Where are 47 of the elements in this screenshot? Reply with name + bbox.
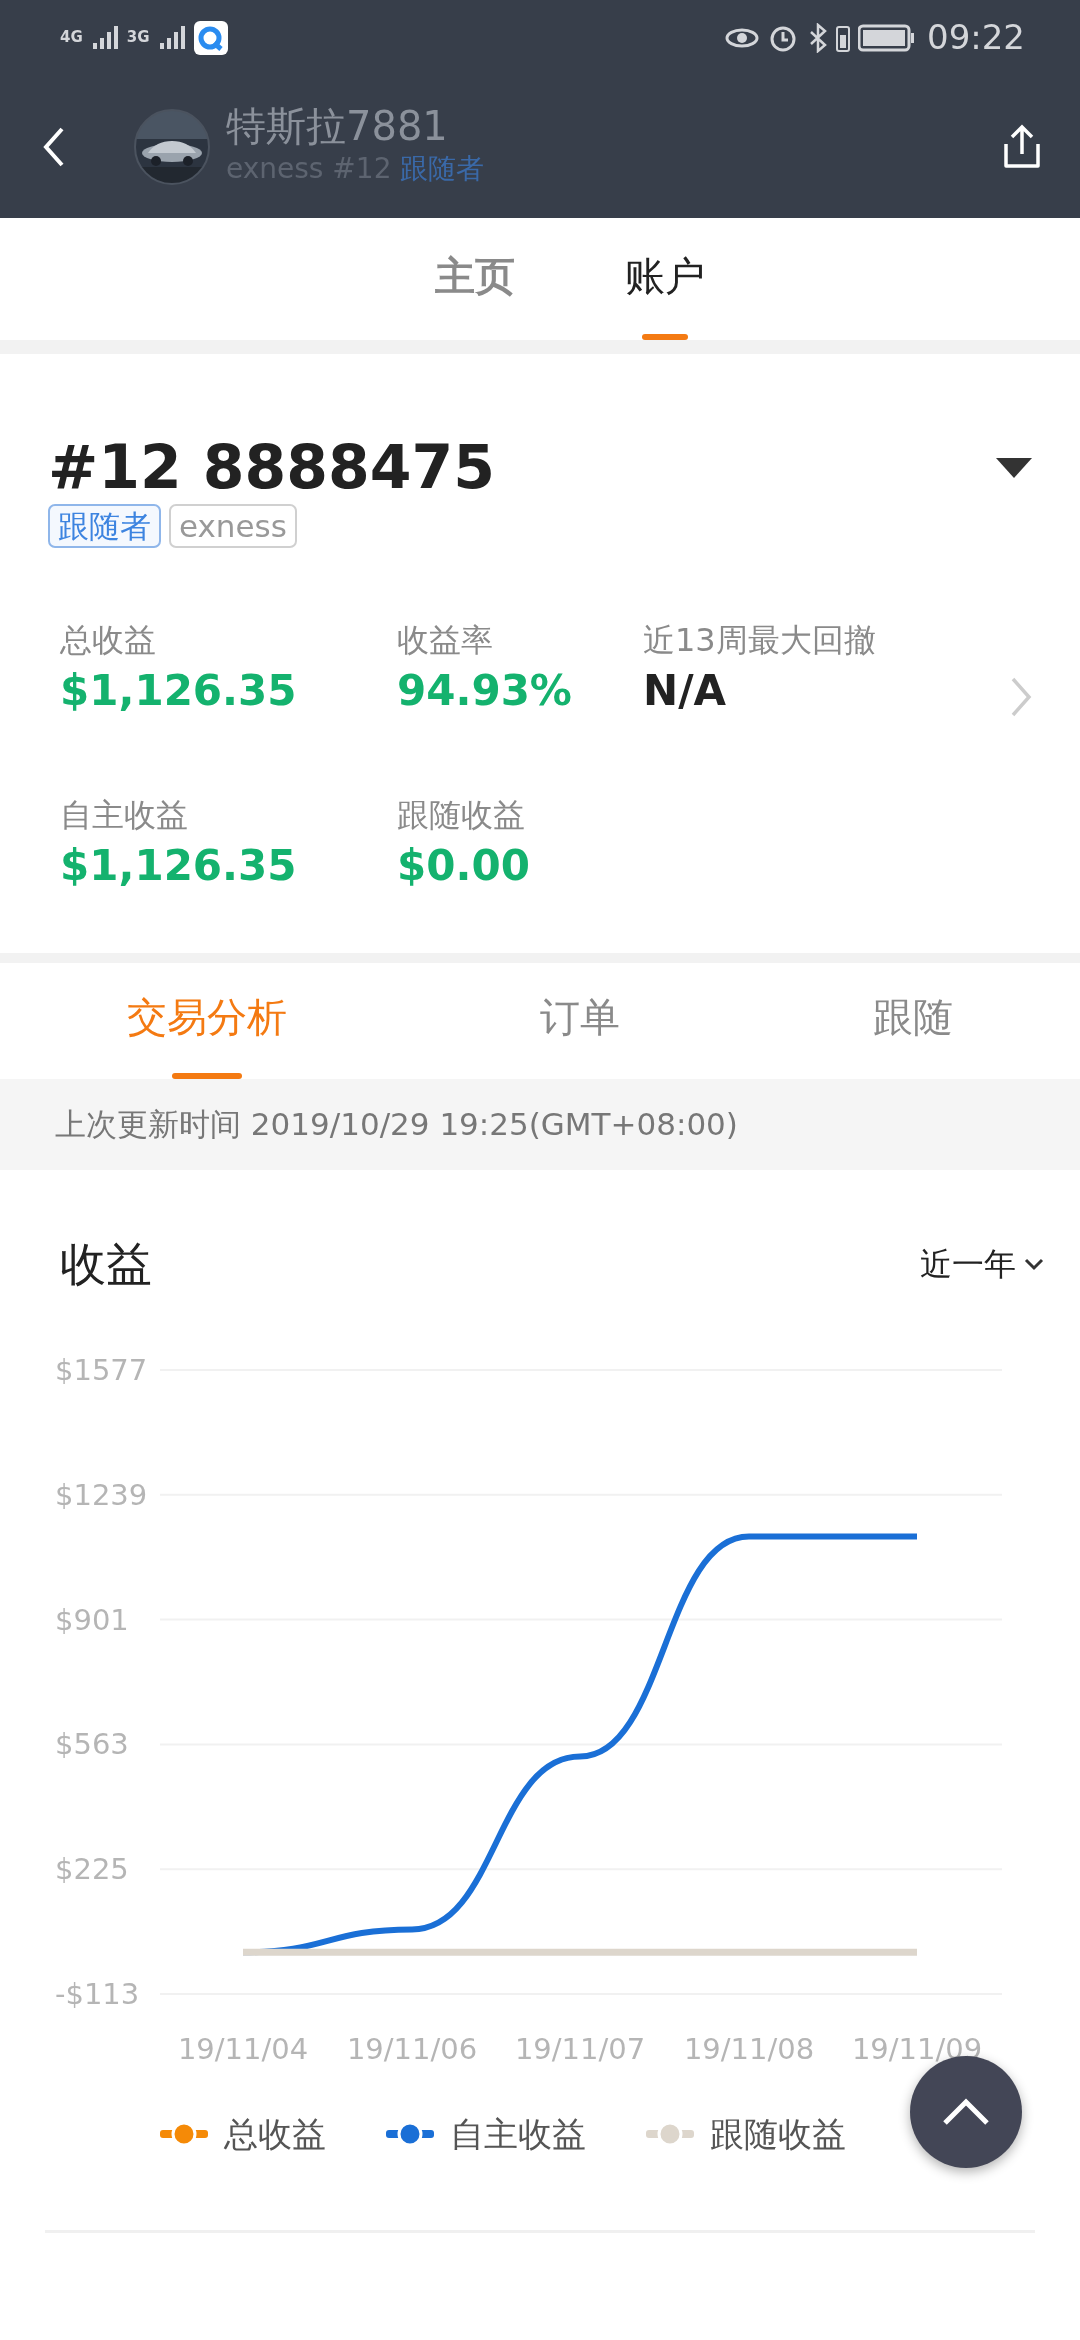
tab[interactable]: 交易分析 [0,963,414,1080]
tab[interactable]: 订单 [413,963,747,1080]
legend-label: 跟随收益 [710,2113,846,2156]
axis-label: $563 [55,1727,129,1762]
stat-label: 自主收益 [60,794,189,836]
stat-label: 总收益 [60,620,157,662]
stat-value: $0.00 [397,839,531,892]
chevron-down-icon [1024,1258,1044,1271]
axis-label: $225 [55,1852,129,1887]
stat-value: $1,126.35 [60,665,298,718]
app-icon [193,20,228,55]
tab[interactable]: 跟随 [746,963,1080,1080]
tag: exness [169,504,297,549]
stat-value: N/A [643,665,727,718]
axis-label: 19/11/09 [851,2032,983,2066]
tab[interactable]: 主页 [435,218,515,340]
stat-value: $1,126.35 [60,839,298,892]
network-label: 3G [126,30,150,45]
axis-label: 19/11/06 [346,2032,478,2066]
caret-icon [996,457,1032,478]
signal-icon [157,25,186,50]
stat-label: 跟随收益 [397,794,526,836]
network-label: 4G [60,30,83,45]
section-title: 收益 [60,1236,152,1293]
battery-icon [858,23,915,52]
time-text: 09:22 [927,16,1025,59]
tab[interactable]: 账户 [625,218,705,340]
axis-label: 19/11/08 [683,2032,815,2066]
legend-label: 自主收益 [450,2113,586,2156]
tag: 跟随者 [48,504,161,549]
period-dropdown[interactable]: 近一年 [914,1239,1050,1290]
chevron-right-icon [1010,676,1032,719]
axis-label: -$113 [55,1977,140,2011]
axis-label: 19/11/04 [177,2032,309,2066]
axis-label: 19/11/07 [514,2032,646,2066]
stat-label: 收益率 [397,620,494,662]
axis-label: $901 [55,1602,129,1637]
dropdown-button[interactable] [996,455,1032,479]
axis-label: $1577 [55,1353,148,1387]
axis-label: $1239 [55,1477,148,1512]
update-time-text: 上次更新时间 2019/10/29 19:25(GMT+08:00) [0,1079,1080,1170]
stat-value: 94.93% [397,665,573,718]
stat-label: 近13周最大回撤 [643,620,877,662]
legend-label: 总收益 [224,2113,326,2156]
account-number: #12 8888475 [48,434,495,500]
signal-icon [90,25,119,50]
user-name: 特斯拉7881 [226,103,449,148]
